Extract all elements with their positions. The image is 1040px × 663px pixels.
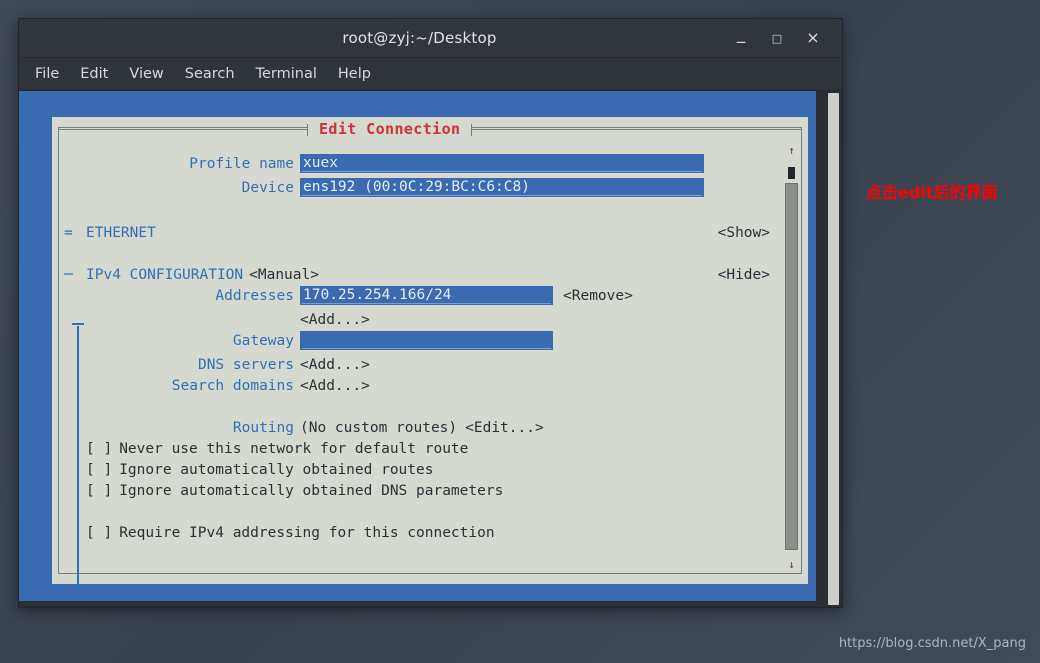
section-ethernet[interactable]: = ETHERNET <Show> [64,223,774,244]
device-input[interactable]: ens192 (00:0C:29:BC:C6:C8) [300,178,704,197]
scroll-up-arrow-icon[interactable]: ↑ [786,145,797,156]
maximize-button[interactable]: □ [770,33,784,44]
checkbox-ignore-dns[interactable]: [ ] Ignore automatically obtained DNS pa… [64,481,774,502]
terminal-window: root@zyj:~/Desktop _ □ × File Edit View … [18,18,843,608]
checkbox-label: Never use this network for default route [119,441,469,457]
checkbox-label: Ignore automatically obtained routes [119,462,434,478]
addresses-row: Addresses 170.25.254.166/24 <Remove> [64,286,774,310]
scroll-down-arrow-icon[interactable]: ↓ [786,559,797,570]
checkbox-never-default-route[interactable]: [ ] Never use this network for default r… [64,439,774,460]
window-titlebar[interactable]: root@zyj:~/Desktop _ □ × [19,19,842,58]
gateway-input[interactable] [300,331,553,350]
checkbox-icon[interactable]: [ ] [86,439,112,460]
window-title: root@zyj:~/Desktop [342,29,497,47]
minimize-button[interactable]: _ [734,25,748,43]
routing-row: Routing (No custom routes) <Edit...> [64,418,774,439]
window-controls: _ □ × [734,25,842,47]
checkbox-label: Require IPv4 addressing for this connect… [119,525,495,541]
search-domains-row: Search domains <Add...> [64,376,774,397]
addresses-input[interactable]: 170.25.254.166/24 [300,286,553,305]
dns-add-button[interactable]: <Add...> [300,355,370,376]
scrollbar-thumb[interactable] [785,183,798,550]
menubar: File Edit View Search Terminal Help [19,58,842,91]
checkbox-ignore-routes[interactable]: [ ] Ignore automatically obtained routes [64,460,774,481]
ethernet-show-button[interactable]: <Show> [718,223,774,244]
menu-edit[interactable]: Edit [80,66,108,82]
watermark: https://blog.csdn.net/X_pang [838,636,1026,651]
profile-name-row: Profile name xuex [64,154,774,178]
close-button[interactable]: × [806,30,820,46]
menu-file[interactable]: File [35,66,59,82]
checkbox-icon[interactable]: [ ] [86,523,112,544]
menu-terminal[interactable]: Terminal [256,66,317,82]
dns-row: DNS servers <Add...> [64,355,774,376]
section-ipv4-label: IPv4 CONFIGURATION [86,267,244,283]
search-domains-label: Search domains [171,378,294,394]
section-ipv4[interactable]: ─ IPv4 CONFIGURATION <Manual> <Hide> [64,265,774,286]
search-domains-add-button[interactable]: <Add...> [300,376,370,397]
gateway-label: Gateway [232,333,294,349]
address-remove-button[interactable]: <Remove> [563,286,633,307]
routing-edit-button[interactable]: <Edit...> [465,418,544,439]
profile-name-label: Profile name [189,156,294,172]
annotation-text: 点击edit后的界面 [866,183,998,202]
tree-branch-cap [72,323,84,325]
ipv4-hide-button[interactable]: <Hide> [718,265,774,286]
terminal-content: Edit Connection Profile name xuex Device… [19,91,842,607]
terminal-scrollbar[interactable] [827,93,840,605]
menu-help[interactable]: Help [338,66,371,82]
edit-connection-dialog: Edit Connection Profile name xuex Device… [52,117,808,593]
menu-search[interactable]: Search [185,66,235,82]
scroll-position-marker [788,167,795,179]
device-label: Device [241,180,294,196]
checkbox-label: Ignore automatically obtained DNS parame… [119,483,504,499]
collapse-marker-icon: = [64,225,73,241]
menu-view[interactable]: View [129,66,163,82]
connection-form: Profile name xuex Device ens192 (00:0C:2… [64,143,774,593]
dialog-scrollbar[interactable]: ↑ ↓ [783,145,800,570]
checkbox-icon[interactable]: [ ] [86,481,112,502]
tree-guide-line [77,326,79,593]
address-add-button[interactable]: <Add...> [300,310,370,331]
checkbox-icon[interactable]: [ ] [86,460,112,481]
routing-value: (No custom routes) [300,420,458,436]
expand-marker-icon: ─ [64,267,73,283]
section-ethernet-label: ETHERNET [86,225,156,241]
addresses-label: Addresses [215,288,294,304]
profile-name-input[interactable]: xuex [300,154,704,173]
routing-label: Routing [232,420,294,436]
device-row: Device ens192 (00:0C:29:BC:C6:C8) [64,178,774,202]
checkbox-require-ipv4[interactable]: [ ] Require IPv4 addressing for this con… [64,523,774,544]
gateway-row: Gateway [64,331,774,355]
ipv4-method-select[interactable]: <Manual> [249,265,319,286]
dns-label: DNS servers [197,357,294,373]
terminal-scrollbar-thumb[interactable] [828,93,839,605]
addresses-add-row: <Add...> [64,310,774,331]
